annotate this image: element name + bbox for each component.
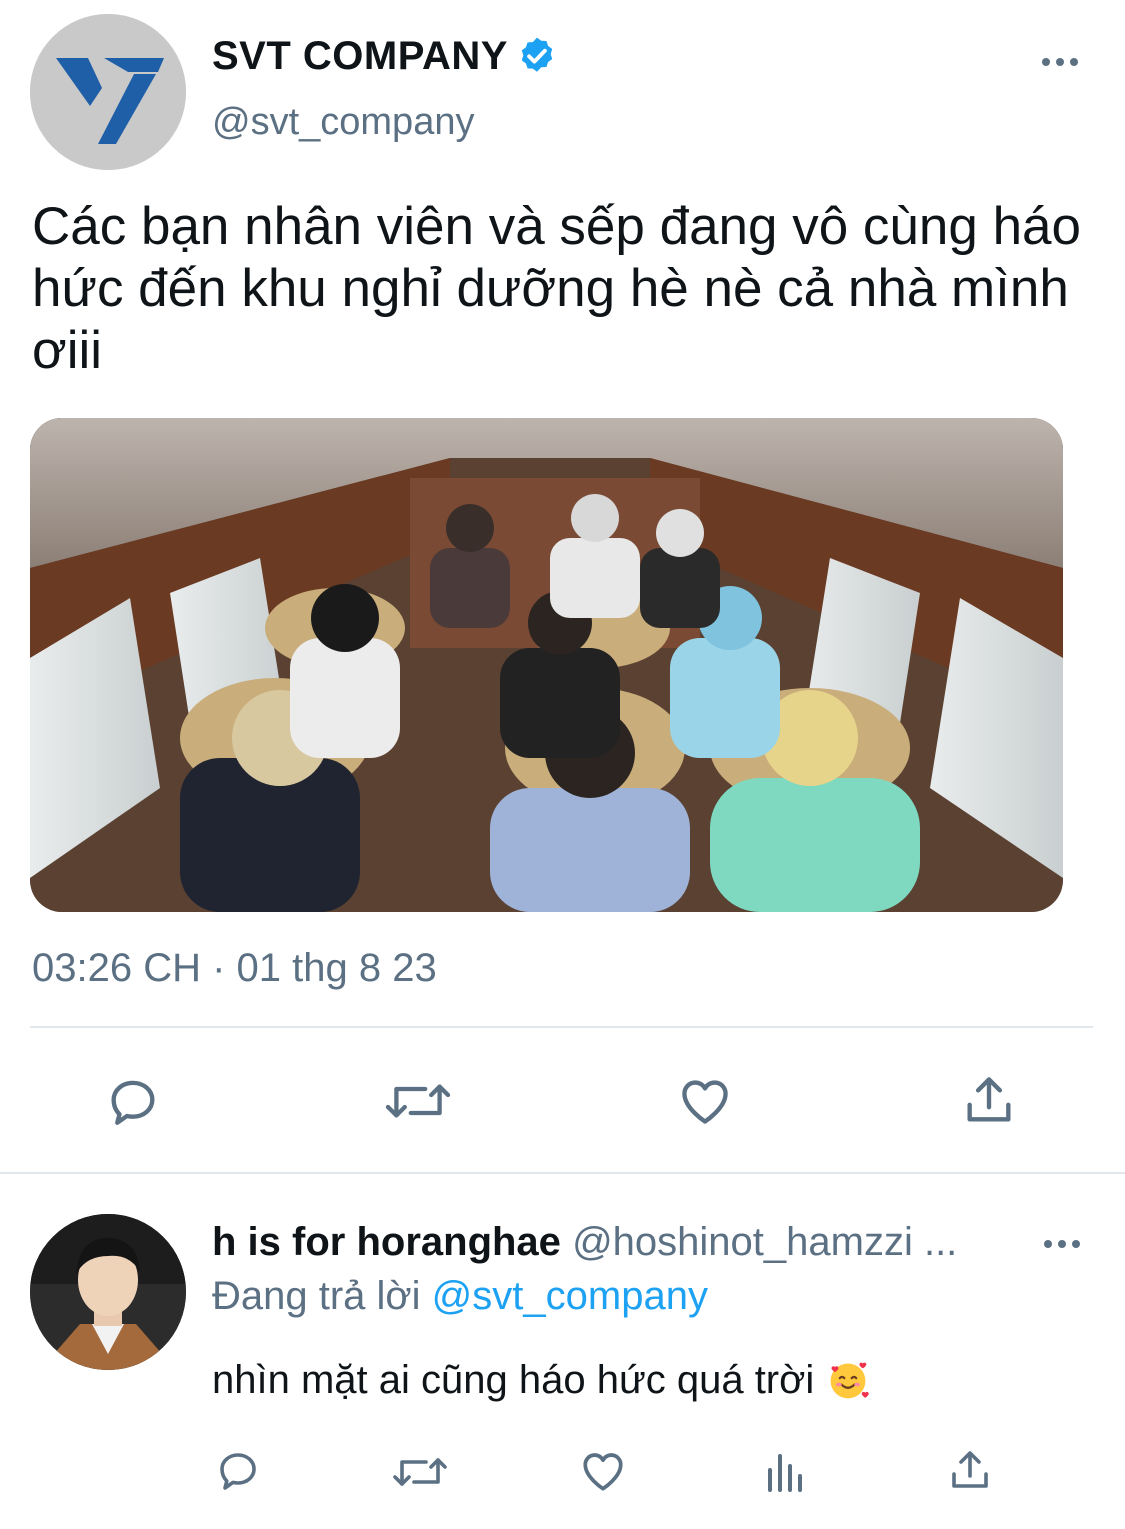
reply-text-row: nhìn mặt ai cũng háo hức quá trời — [212, 1356, 870, 1404]
reply-more-options-icon[interactable] — [1044, 1240, 1080, 1248]
reply-avatar-photo — [30, 1214, 186, 1370]
divider — [0, 1172, 1125, 1174]
reply-author-avatar[interactable] — [30, 1214, 186, 1370]
stats-icon[interactable] — [764, 1448, 808, 1496]
author-handle[interactable]: @svt_company — [212, 100, 474, 144]
reply-author-display-name[interactable]: h is for horanghae — [212, 1220, 561, 1264]
reply-author-row[interactable]: h is for horanghae @hoshinot_hamzzi ... — [212, 1218, 957, 1266]
more-options-icon[interactable] — [1042, 58, 1078, 66]
reply-icon[interactable] — [104, 1072, 162, 1130]
reply-text: nhìn mặt ai cũng háo hức quá trời — [212, 1358, 815, 1402]
replying-to-line: Đang trả lời @svt_company — [212, 1272, 708, 1320]
bus-interior-photo — [30, 418, 1063, 912]
tweet-timestamp[interactable]: 03:26 CH · 01 thg 8 23 — [32, 944, 437, 992]
smiling-face-with-hearts-icon — [830, 1362, 869, 1399]
seventeen-logo-icon — [30, 14, 186, 170]
divider — [30, 1026, 1093, 1028]
tweet-media-photo[interactable] — [30, 418, 1063, 912]
share-icon[interactable] — [946, 1444, 994, 1496]
verified-badge-icon — [521, 37, 553, 72]
retweet-icon[interactable] — [390, 1448, 450, 1496]
replying-to-prefix: Đang trả lời — [212, 1274, 421, 1318]
author-avatar[interactable] — [30, 14, 186, 170]
replying-to-handle-link[interactable]: @svt_company — [432, 1274, 708, 1318]
share-icon[interactable] — [960, 1070, 1018, 1130]
reply-author-handle[interactable]: @hoshinot_hamzzi ... — [572, 1220, 957, 1264]
retweet-icon[interactable] — [382, 1072, 454, 1130]
like-icon[interactable] — [676, 1072, 734, 1130]
author-name-row[interactable]: SVT COMPANY — [212, 32, 558, 80]
tweet-text: Các bạn nhân viên và sếp đang vô cùng há… — [32, 197, 1082, 380]
reply-icon[interactable] — [214, 1446, 262, 1494]
like-icon[interactable] — [578, 1446, 628, 1496]
author-display-name[interactable]: SVT COMPANY — [212, 32, 508, 80]
